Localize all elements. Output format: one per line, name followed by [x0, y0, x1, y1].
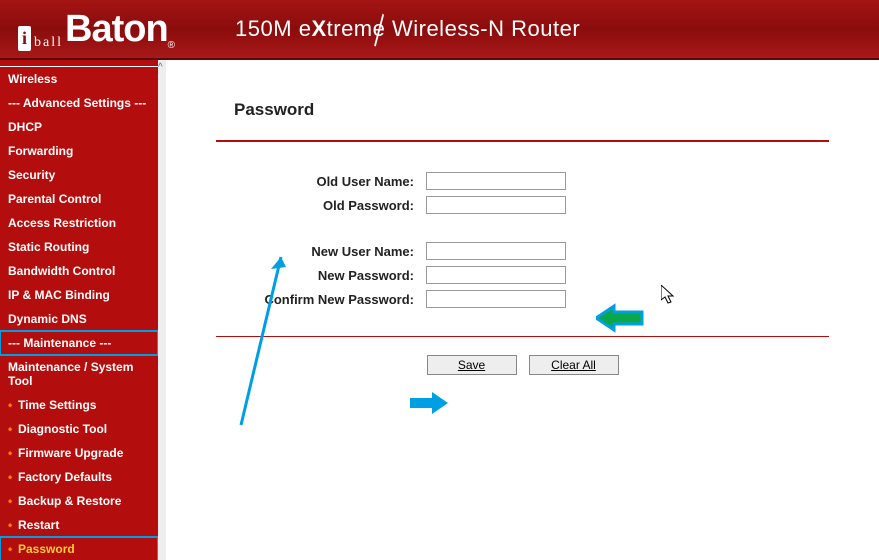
sidebar-item-restart[interactable]: Restart: [0, 513, 158, 537]
sidebar-item-ip-mac-binding[interactable]: IP & MAC Binding: [0, 283, 158, 307]
old-username-input[interactable]: [426, 172, 566, 190]
sidebar-item-password[interactable]: Password: [0, 537, 158, 560]
logo-baton: Baton: [65, 8, 168, 51]
sidebar-item-dhcp[interactable]: DHCP: [0, 115, 158, 139]
sidebar-item-advanced-settings[interactable]: --- Advanced Settings ---: [0, 91, 158, 115]
sidebar-item-access-restriction[interactable]: Access Restriction: [0, 211, 158, 235]
sidebar-item-backup-restore[interactable]: Backup & Restore: [0, 489, 158, 513]
clear-all-button[interactable]: Clear All: [529, 355, 619, 375]
sidebar-item-wireless[interactable]: Wireless: [0, 66, 158, 91]
sidebar-item-parental-control[interactable]: Parental Control: [0, 187, 158, 211]
header-bar: i ball Baton ® 150M eXtreme Wireless-N R…: [0, 0, 879, 60]
header-title: 150M eXtreme Wireless-N Router: [235, 16, 580, 42]
sidebar-item-maintenance[interactable]: --- Maintenance ---: [0, 331, 158, 355]
new-username-input[interactable]: [426, 242, 566, 260]
annotation-arrow-icon: [408, 390, 448, 416]
page-title: Password: [234, 100, 829, 120]
logo: i ball Baton ®: [18, 8, 175, 51]
sidebar-item-static-routing[interactable]: Static Routing: [0, 235, 158, 259]
divider: [216, 140, 829, 142]
old-password-input[interactable]: [426, 196, 566, 214]
confirm-password-input[interactable]: [426, 290, 566, 308]
logo-ball: ball: [34, 35, 63, 51]
label-confirm: Confirm New Password:: [216, 292, 426, 307]
sidebar: Wireless--- Advanced Settings ---DHCPFor…: [0, 60, 158, 560]
sidebar-item-dynamic-dns[interactable]: Dynamic DNS: [0, 307, 158, 331]
sidebar-item-diagnostic-tool[interactable]: Diagnostic Tool: [0, 417, 158, 441]
content-area: Password Old User Name: Old Password: Ne…: [166, 60, 879, 560]
sidebar-item-bandwidth-control[interactable]: Bandwidth Control: [0, 259, 158, 283]
divider-thin: [216, 336, 829, 337]
new-password-input[interactable]: [426, 266, 566, 284]
sidebar-item-security[interactable]: Security: [0, 163, 158, 187]
sidebar-item-forwarding[interactable]: Forwarding: [0, 139, 158, 163]
logo-i: i: [18, 26, 31, 51]
sidebar-item-time-settings[interactable]: Time Settings: [0, 393, 158, 417]
sidebar-item-factory-defaults[interactable]: Factory Defaults: [0, 465, 158, 489]
sidebar-item-maintenance-system-tool[interactable]: Maintenance / System Tool: [0, 355, 158, 393]
sidebar-item-firmware-upgrade[interactable]: Firmware Upgrade: [0, 441, 158, 465]
label-old-user: Old User Name:: [216, 174, 426, 189]
label-old-pass: Old Password:: [216, 198, 426, 213]
save-button[interactable]: Save: [427, 355, 517, 375]
label-new-pass: New Password:: [216, 268, 426, 283]
sidebar-scrollbar[interactable]: ^: [158, 60, 166, 560]
logo-reg: ®: [168, 40, 175, 51]
label-new-user: New User Name:: [216, 244, 426, 259]
scroll-up-icon[interactable]: ^: [158, 62, 163, 73]
